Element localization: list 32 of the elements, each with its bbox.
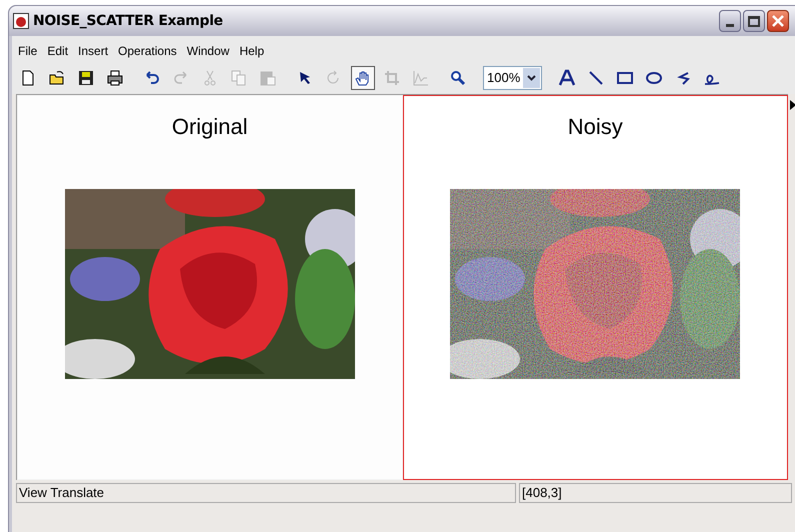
open-folder-icon — [48, 69, 66, 87]
menu-item[interactable]: Operations — [114, 42, 181, 60]
text-tool-icon — [558, 69, 576, 87]
menu-item[interactable]: Insert — [74, 42, 112, 60]
toolbar-button[interactable] — [351, 66, 375, 90]
chart-icon — [412, 69, 430, 87]
save-icon — [77, 69, 95, 87]
caret-icon — [527, 75, 536, 81]
ellipse-tool-icon — [645, 69, 664, 87]
minimize-button[interactable] — [719, 10, 741, 32]
line-tool-icon — [587, 69, 606, 87]
close-icon — [772, 15, 784, 27]
panel-title: Noisy — [568, 113, 623, 141]
window-title: NOISE_SCATTER Example — [33, 12, 224, 30]
print-icon — [106, 69, 124, 87]
panel-title: Original — [172, 113, 248, 141]
crop-icon — [383, 69, 401, 87]
app-icon — [13, 13, 29, 29]
arrow-icon — [790, 100, 795, 110]
close-button[interactable] — [767, 10, 789, 32]
clipboard-icon — [259, 69, 277, 87]
status-position: [408,3] — [519, 483, 792, 503]
menu-item[interactable]: Help — [235, 42, 268, 60]
menu-item[interactable]: File — [14, 42, 42, 60]
copy-icon — [230, 69, 248, 87]
maximize-button[interactable] — [743, 10, 765, 32]
magnifier-icon — [449, 69, 467, 87]
status-message: View Translate — [16, 483, 516, 503]
menu-item[interactable]: Edit — [43, 42, 72, 60]
zoom-dropdown[interactable]: 100% — [483, 66, 542, 90]
rectangle-tool-icon — [616, 69, 634, 87]
menu-item[interactable]: Window — [182, 42, 234, 60]
